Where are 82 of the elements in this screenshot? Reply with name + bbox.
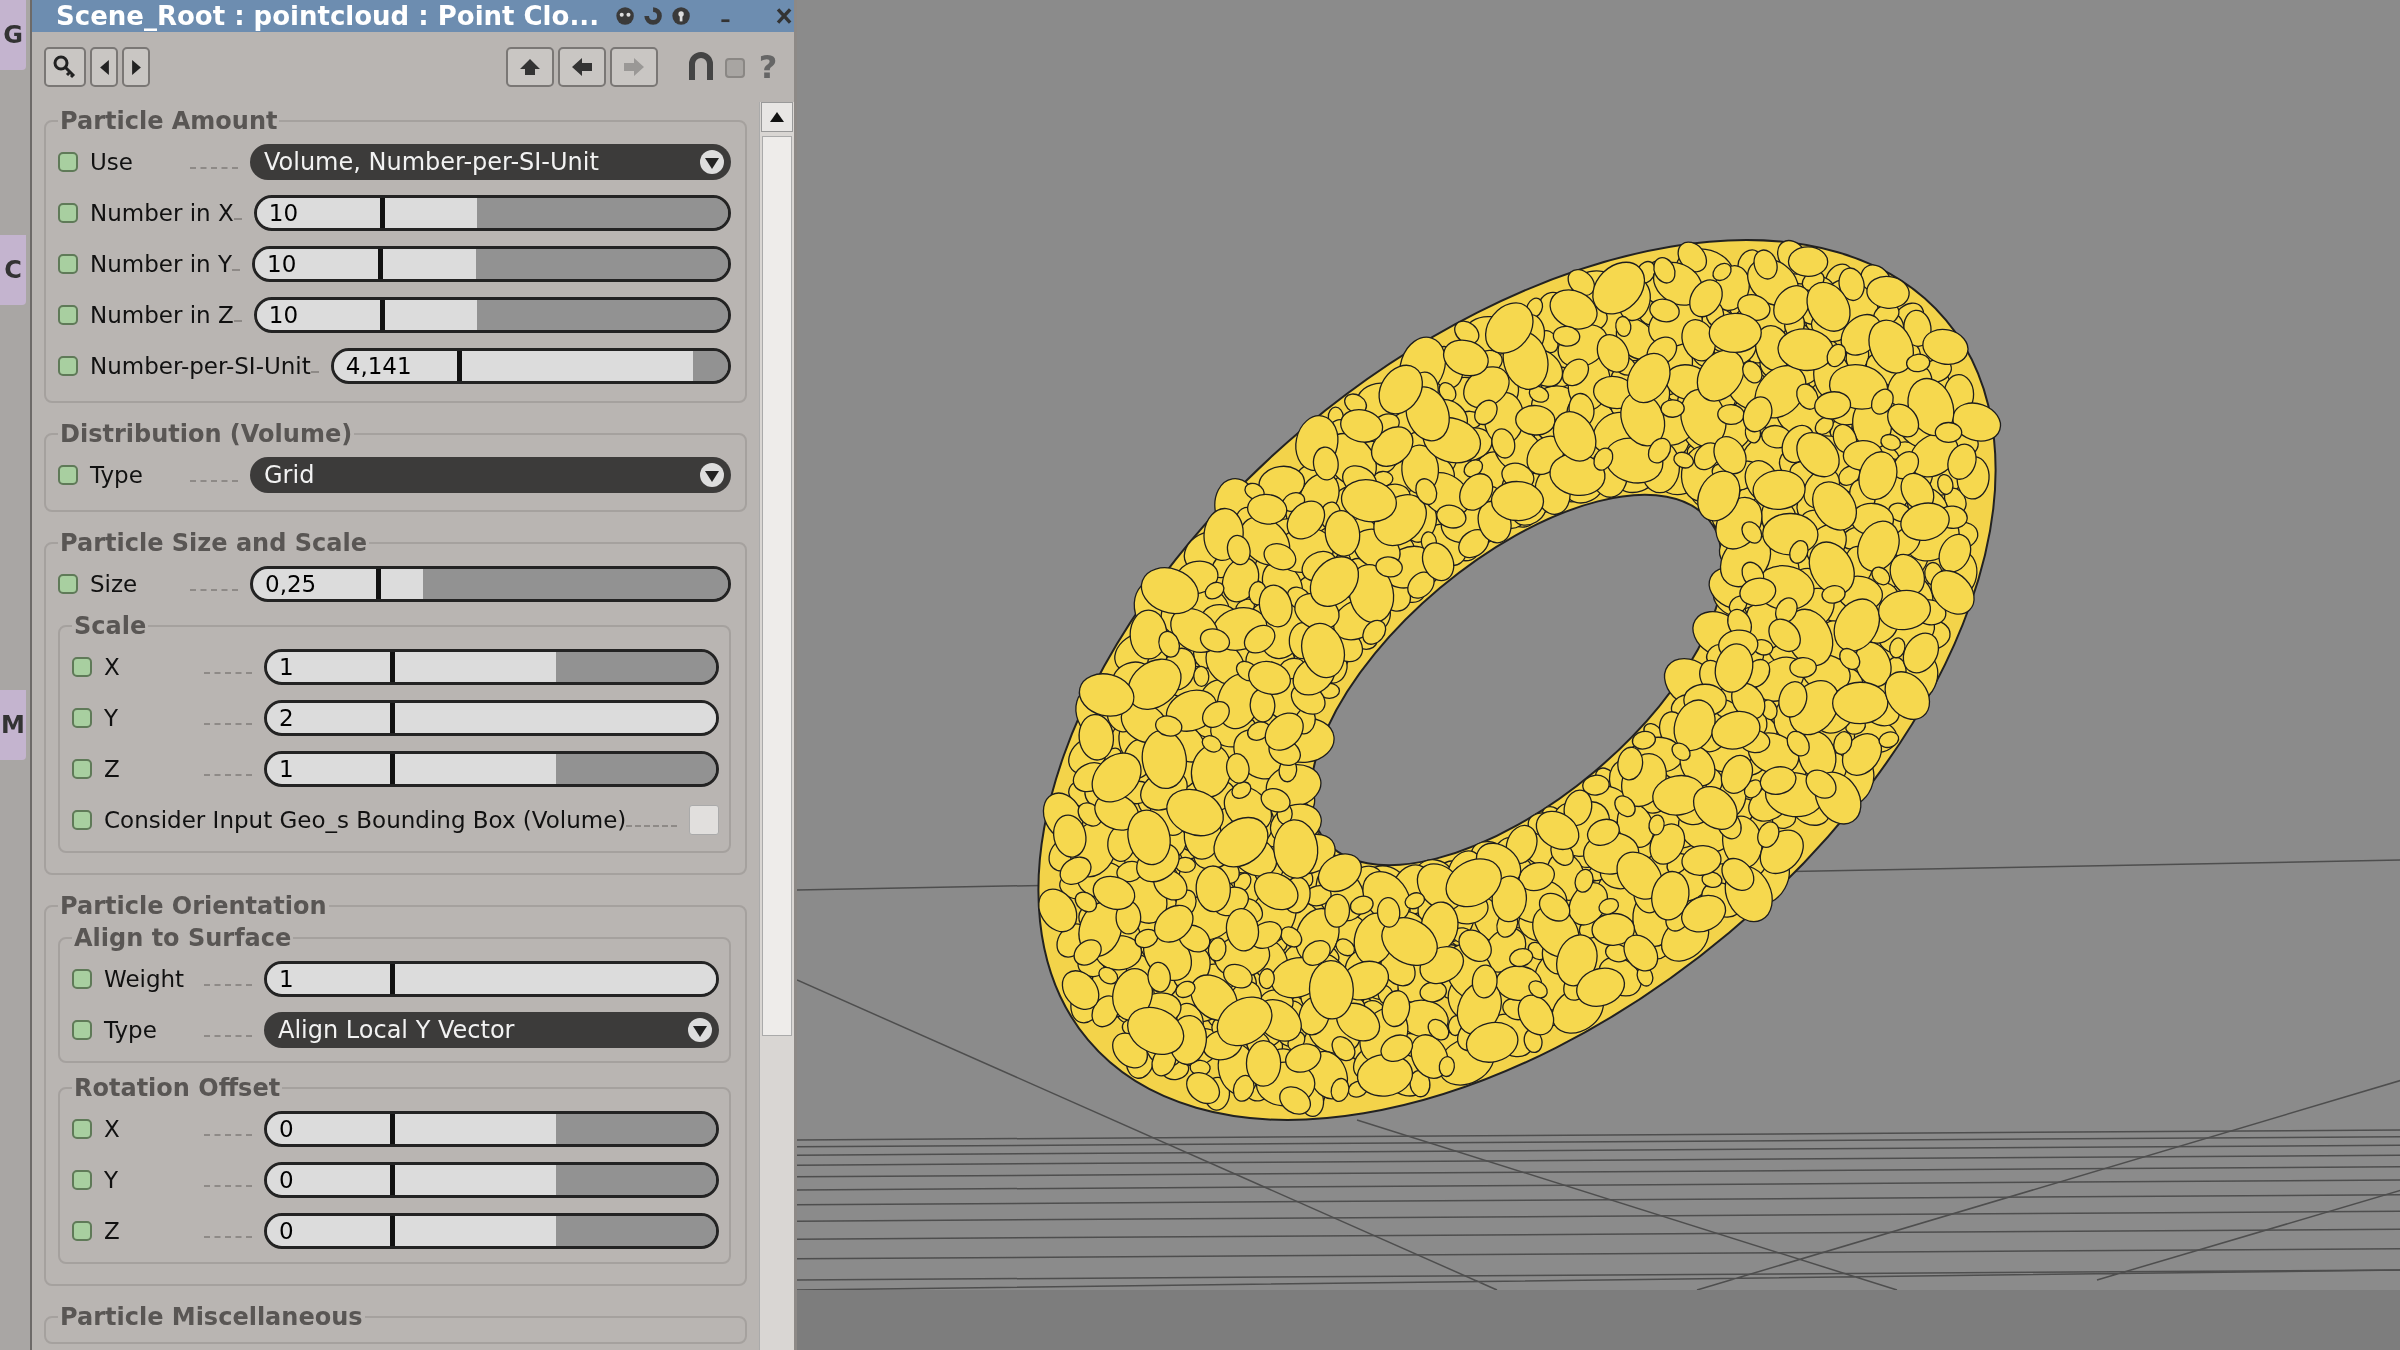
side-tab[interactable]: G <box>0 0 26 70</box>
parameter-label: Y <box>104 704 120 731</box>
parameter-label: Z <box>104 1217 121 1244</box>
dropdown[interactable]: Align Local Y Vector <box>264 1011 719 1048</box>
parameter-label: Number-per-SI-Unit <box>90 352 311 379</box>
slider[interactable]: 1 <box>264 750 719 787</box>
animation-marker-icon[interactable] <box>58 304 78 325</box>
slider[interactable]: 10 <box>253 194 731 231</box>
slider[interactable]: 0 <box>264 1161 719 1198</box>
slider[interactable]: 1 <box>264 648 719 685</box>
group-title: Scale <box>73 611 148 641</box>
animation-marker-icon[interactable] <box>58 202 78 223</box>
slider[interactable]: 2 <box>264 699 719 736</box>
parameter-label: Type <box>104 1016 158 1043</box>
dropdown[interactable]: Grid <box>250 456 731 493</box>
side-tab[interactable]: M <box>0 690 26 760</box>
parameter-label: Number in X <box>90 199 234 226</box>
left-arrow-button[interactable] <box>558 47 606 87</box>
parameter-label: Size <box>90 570 139 597</box>
scrollbar[interactable] <box>759 102 794 1350</box>
value-field[interactable]: 4,141 <box>333 350 462 381</box>
parameter-label: X <box>104 653 121 680</box>
parameter-label: Number in Z <box>90 301 234 328</box>
animation-marker-icon[interactable] <box>72 707 92 728</box>
dropdown[interactable]: Volume, Number-per-SI-Unit <box>250 143 731 180</box>
animation-marker-icon[interactable] <box>72 758 92 779</box>
animation-marker-icon[interactable] <box>72 809 92 830</box>
next-icon <box>131 59 141 75</box>
parameter-label: Consider Input Geo_s Bounding Box (Volume) <box>104 806 627 833</box>
value-field[interactable]: 10 <box>256 197 385 228</box>
slider[interactable]: 0 <box>264 1212 719 1249</box>
value-field[interactable]: 0 <box>267 1164 395 1195</box>
up-arrow-button[interactable] <box>506 47 554 87</box>
scroll-up-icon[interactable] <box>769 111 785 123</box>
animation-marker-icon[interactable] <box>58 464 78 485</box>
animation-marker-icon[interactable] <box>72 1220 92 1241</box>
checkbox[interactable] <box>689 804 719 835</box>
parameter-label: Type <box>90 461 144 488</box>
group-title: Rotation Offset <box>73 1073 282 1103</box>
slider[interactable]: 4,141 <box>330 347 731 384</box>
value-field[interactable]: 0 <box>267 1215 395 1246</box>
group-title: Particle Miscellaneous <box>59 1302 364 1332</box>
key-icon <box>53 55 77 79</box>
group-title: Align to Surface <box>73 923 293 953</box>
slider[interactable]: 0 <box>264 1110 719 1147</box>
value-field[interactable]: 2 <box>267 702 395 733</box>
value-field[interactable]: 1 <box>267 651 395 682</box>
parameter-label: Number in Y <box>90 250 233 277</box>
group-title: Particle Size and Scale <box>59 528 368 558</box>
animation-marker-icon[interactable] <box>72 656 92 677</box>
previous-button[interactable] <box>90 47 118 87</box>
animation-marker-icon[interactable] <box>58 253 78 274</box>
side-tab[interactable]: C <box>0 235 26 305</box>
animation-marker-icon[interactable] <box>58 355 78 376</box>
animation-marker-icon[interactable] <box>72 1118 92 1139</box>
parameter-label: X <box>104 1115 121 1142</box>
parameter-label: Y <box>104 1166 120 1193</box>
parameter-label: Use <box>90 148 134 175</box>
next-button[interactable] <box>122 47 150 87</box>
previous-icon <box>99 59 109 75</box>
value-field[interactable]: 1 <box>267 963 395 994</box>
value-field[interactable]: 0,25 <box>253 568 381 599</box>
parameter-label: Weight <box>104 965 186 992</box>
key-button[interactable] <box>44 47 86 87</box>
window-title: Scene_Root : pointcloud : Point Clo... <box>56 1 600 31</box>
animation-marker-icon[interactable] <box>72 1019 92 1040</box>
value-field[interactable]: 1 <box>267 753 395 784</box>
group-title: Particle Amount <box>59 106 279 136</box>
animation-marker-icon[interactable] <box>72 1169 92 1190</box>
slider[interactable]: 0,25 <box>250 565 731 602</box>
parameter-label: Z <box>104 755 121 782</box>
slider[interactable]: 10 <box>253 296 731 333</box>
group-title: Particle Orientation <box>59 891 328 921</box>
value-field[interactable]: 0 <box>267 1113 395 1144</box>
group-title: Distribution (Volume) <box>59 419 354 449</box>
value-field[interactable]: 10 <box>255 248 384 279</box>
animation-marker-icon[interactable] <box>58 573 78 594</box>
animation-marker-icon[interactable] <box>72 968 92 989</box>
slider[interactable]: 10 <box>252 245 731 282</box>
slider[interactable]: 1 <box>264 960 719 997</box>
animation-marker-icon[interactable] <box>58 151 78 172</box>
value-field[interactable]: 10 <box>256 299 385 330</box>
